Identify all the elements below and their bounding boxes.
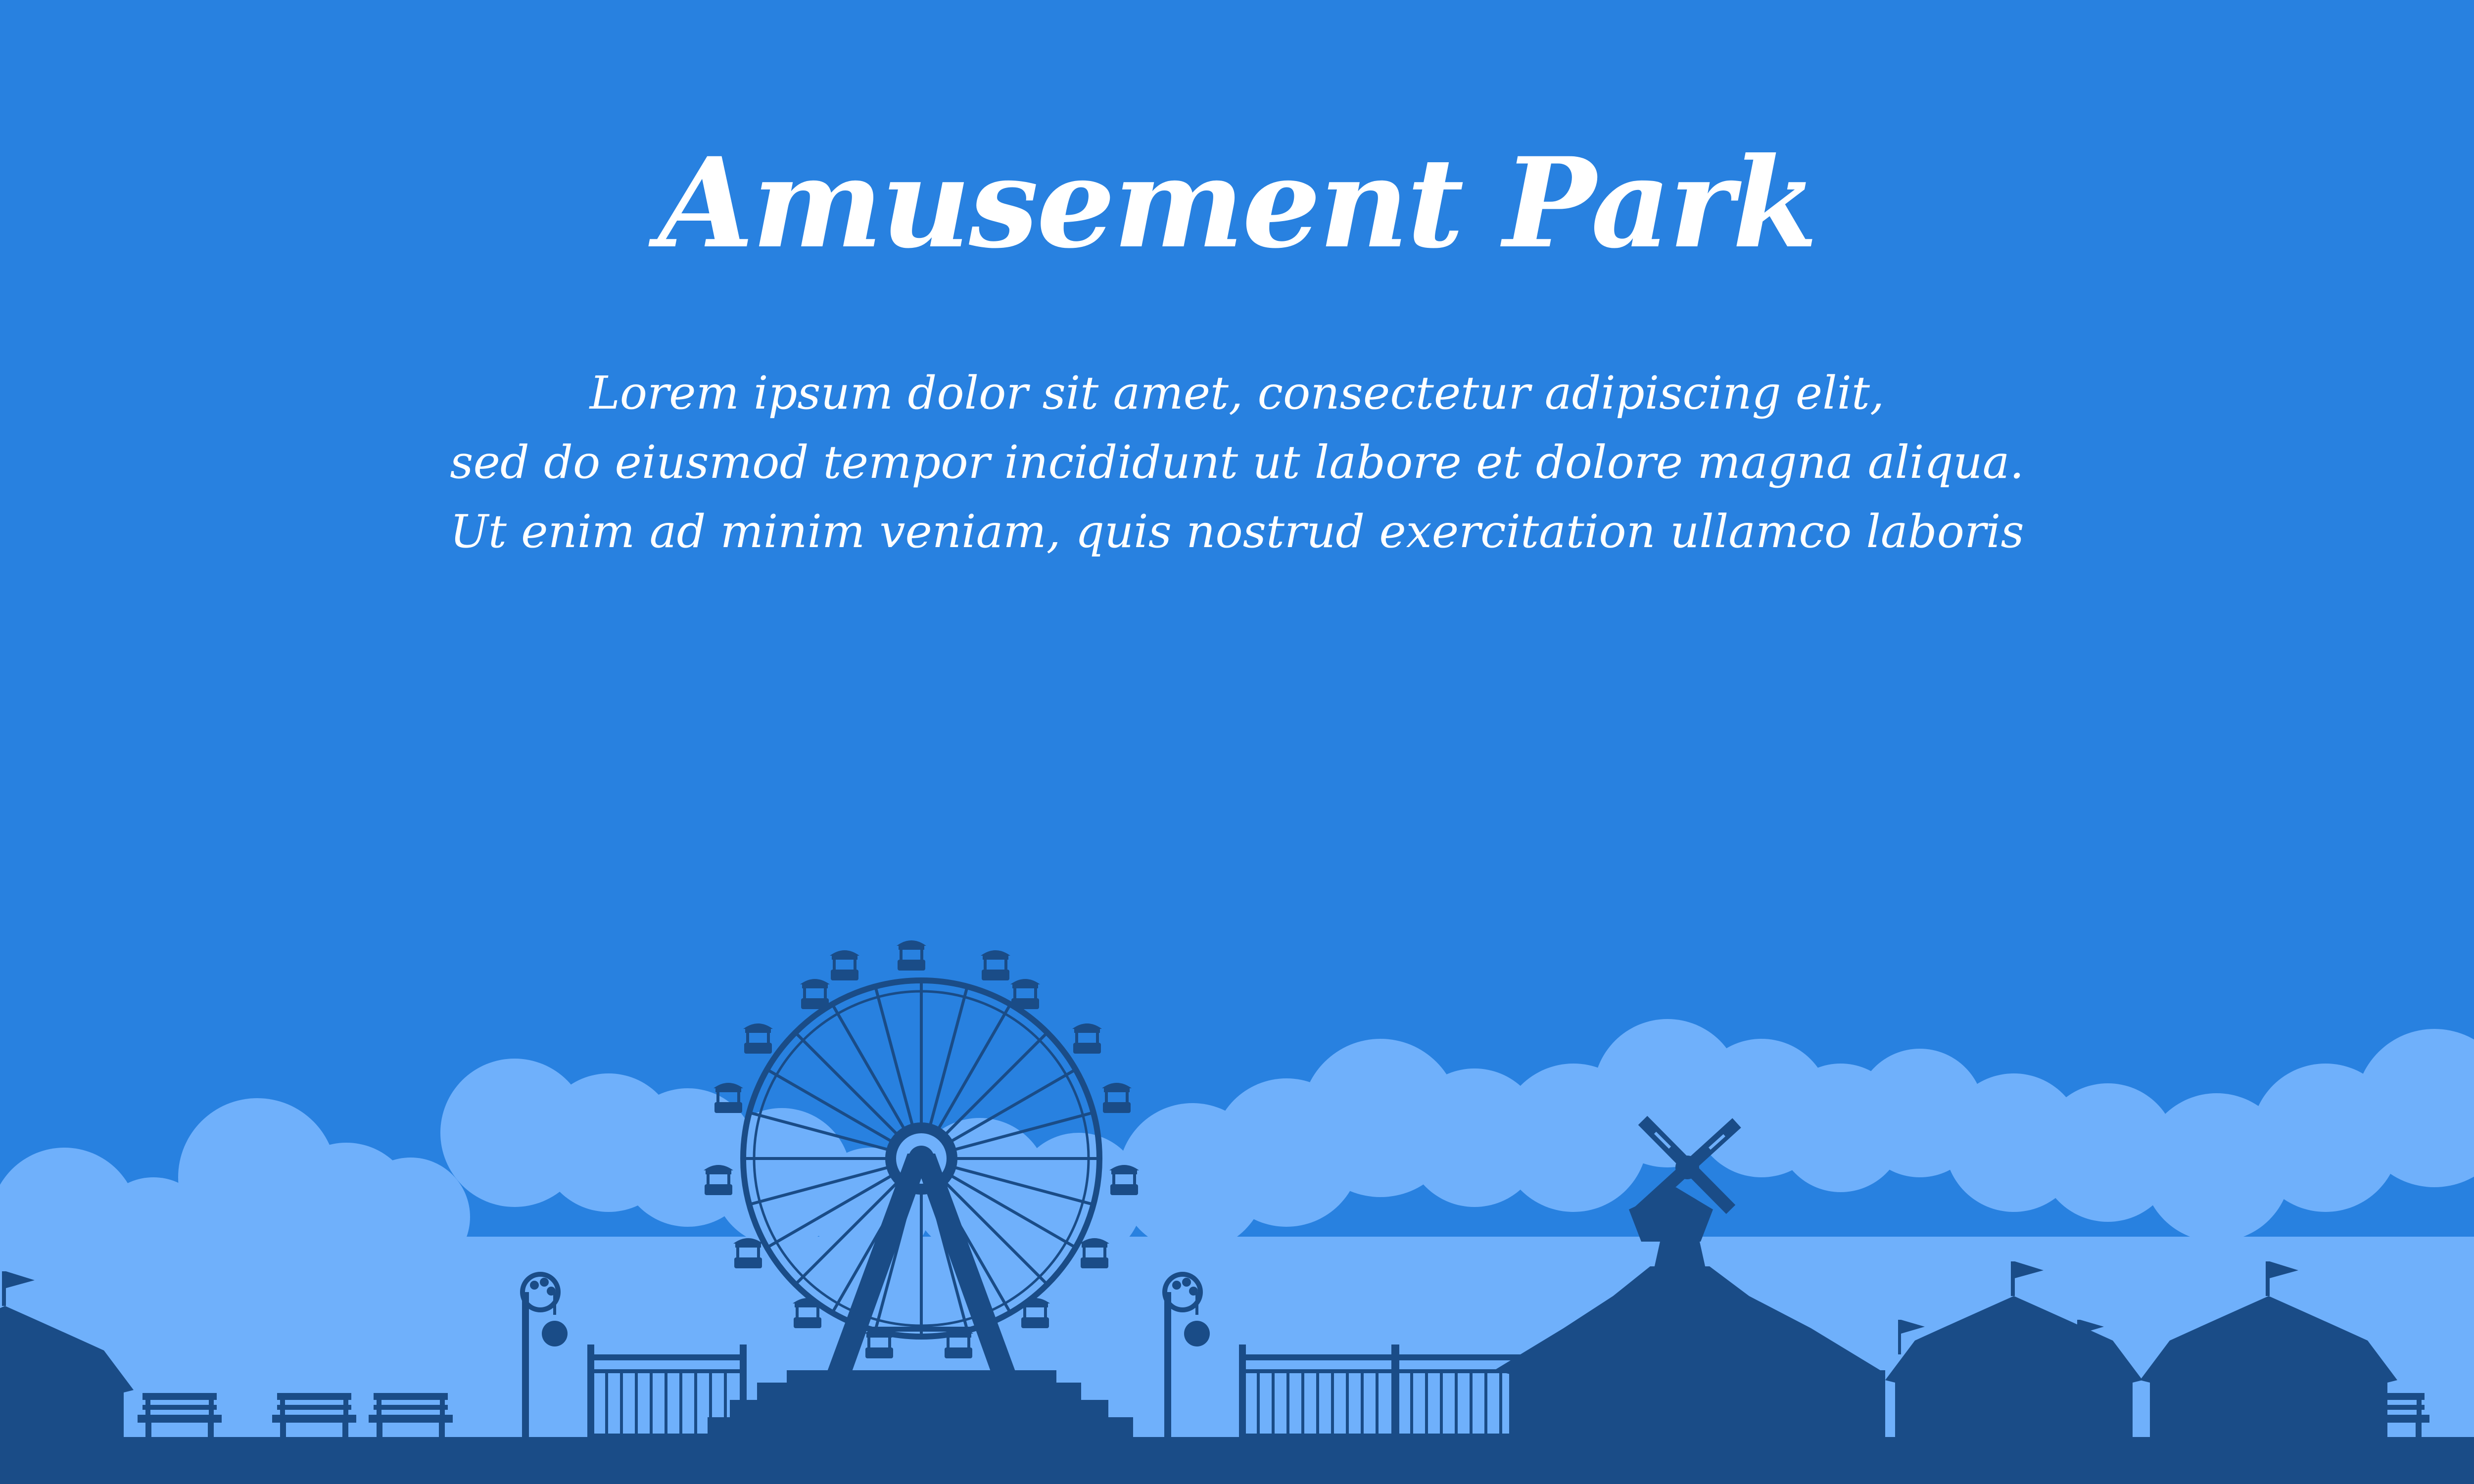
body-line-1: Lorem ipsum dolor sit amet, consectetur … [589, 367, 1885, 419]
body-line-3: Ut enim ad minim veniam, quis nostrud ex… [450, 505, 2024, 558]
page-title: Amusement Park [658, 130, 1818, 276]
body-line-2: sed do eiusmod tempor incididunt ut labo… [450, 436, 2024, 489]
ground [0, 1437, 2474, 1484]
body-text: Lorem ipsum dolor sit amet, consectetur … [0, 359, 2474, 566]
